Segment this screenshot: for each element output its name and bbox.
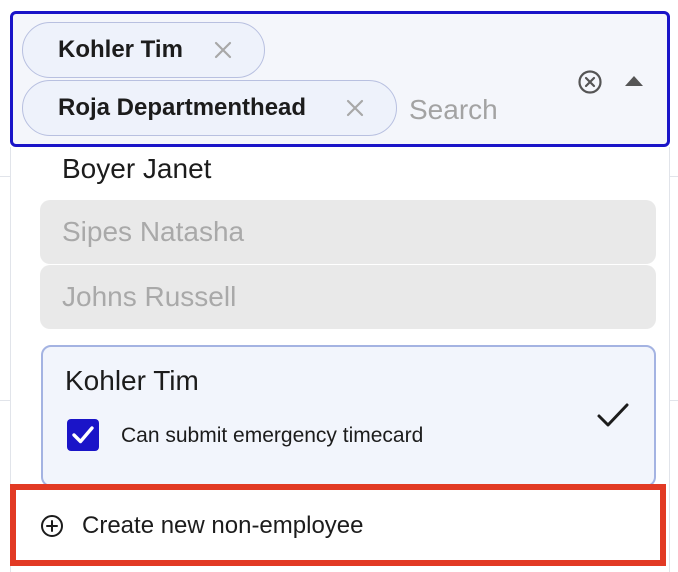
selected-chip: Roja Departmenthead xyxy=(22,80,397,136)
option-label: Johns Russell xyxy=(62,281,237,312)
background-divider xyxy=(0,400,10,401)
checkbox-label: Can submit emergency timecard xyxy=(121,424,424,447)
dropdown-option-disabled: Johns Russell xyxy=(40,265,656,329)
selected-chip: Kohler Tim xyxy=(22,22,265,78)
search-input[interactable] xyxy=(409,92,569,128)
dropdown-option-selected[interactable]: Kohler Tim Can submit emergency timecard xyxy=(41,345,656,487)
plus-circle-icon xyxy=(41,515,63,537)
option-label: Sipes Natasha xyxy=(62,216,245,247)
create-new-label: Create new non-employee xyxy=(82,512,364,539)
background-divider xyxy=(670,400,678,401)
option-label: Kohler Tim xyxy=(65,365,199,396)
background-divider xyxy=(670,176,678,177)
close-icon[interactable] xyxy=(212,39,234,61)
multi-select-field[interactable]: Kohler Tim Roja Departmenthead xyxy=(10,11,670,147)
emergency-timecard-checkbox[interactable] xyxy=(67,419,99,451)
chip-label: Kohler Tim xyxy=(58,36,183,63)
checkmark-icon xyxy=(597,403,629,427)
chip-label: Roja Departmenthead xyxy=(58,94,307,121)
caret-up-icon[interactable] xyxy=(623,74,645,88)
checkbox-check-icon xyxy=(72,426,94,444)
close-icon[interactable] xyxy=(344,97,366,119)
dropdown-option-disabled: Sipes Natasha xyxy=(40,200,656,264)
circle-x-icon[interactable] xyxy=(577,69,603,95)
dropdown-option[interactable]: Boyer Janet xyxy=(62,151,211,187)
create-new-non-employee-button[interactable]: Create new non-employee xyxy=(10,484,666,566)
background-divider xyxy=(0,176,10,177)
